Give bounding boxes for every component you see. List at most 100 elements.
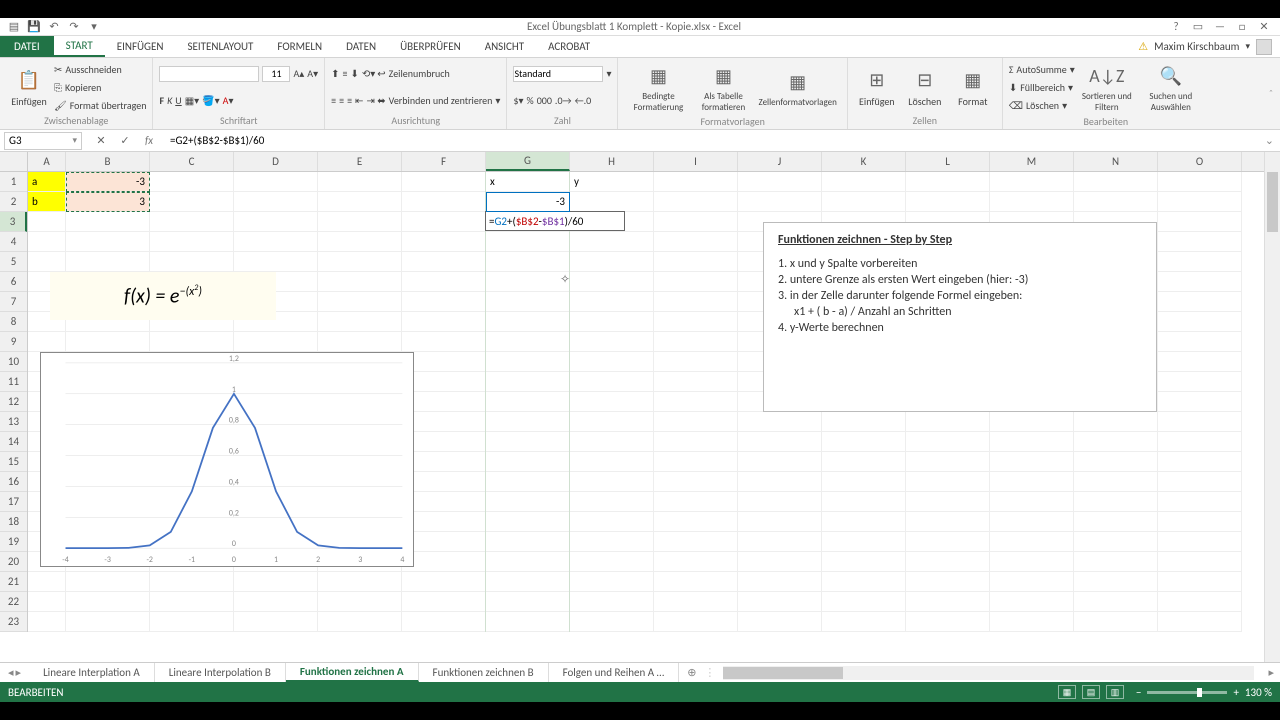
cell-K2[interactable] (822, 192, 906, 212)
row-header-7[interactable]: 7 (0, 292, 27, 312)
col-header-E[interactable]: E (318, 152, 402, 171)
cell-G18[interactable] (486, 512, 570, 532)
cell-A5[interactable] (28, 252, 66, 272)
row-header-8[interactable]: 8 (0, 312, 27, 332)
cell-D21[interactable] (234, 572, 318, 592)
cell-H18[interactable] (570, 512, 654, 532)
cell-O17[interactable] (1158, 492, 1242, 512)
col-header-O[interactable]: O (1158, 152, 1242, 171)
view-buttons[interactable]: ▦ ▤ ▥ (1058, 685, 1124, 699)
cell-H12[interactable] (570, 392, 654, 412)
cell-G6[interactable] (486, 272, 570, 292)
cell-J19[interactable] (738, 532, 822, 552)
cell-E3[interactable] (318, 212, 402, 232)
cell-J1[interactable] (738, 172, 822, 192)
cell-N20[interactable] (1074, 552, 1158, 572)
cell-L17[interactable] (906, 492, 990, 512)
font-color-button[interactable]: A▾ (223, 94, 234, 107)
cut-button[interactable]: ✂Ausschneiden (54, 60, 146, 78)
cell-I19[interactable] (654, 532, 738, 552)
horizontal-scrollbar[interactable] (723, 666, 1254, 680)
cell-F16[interactable] (402, 472, 486, 492)
increase-font-icon[interactable]: A▴ (293, 67, 304, 80)
cell-H7[interactable] (570, 292, 654, 312)
redo-icon[interactable]: ↷ (66, 19, 82, 35)
cell-B3[interactable] (66, 212, 150, 232)
row-header-14[interactable]: 14 (0, 432, 27, 452)
row-header-20[interactable]: 20 (0, 552, 27, 572)
cell-G20[interactable] (486, 552, 570, 572)
cell-I5[interactable] (654, 252, 738, 272)
cell-L14[interactable] (906, 432, 990, 452)
format-cells-button[interactable]: ▦Format (950, 60, 996, 114)
cell-N13[interactable] (1074, 412, 1158, 432)
normal-view-icon[interactable]: ▦ (1058, 685, 1076, 699)
cell-I18[interactable] (654, 512, 738, 532)
cell-H4[interactable] (570, 232, 654, 252)
cell-A21[interactable] (28, 572, 66, 592)
cell-M16[interactable] (990, 472, 1074, 492)
cell-I13[interactable] (654, 412, 738, 432)
cell-O6[interactable] (1158, 272, 1242, 292)
cell-O10[interactable] (1158, 352, 1242, 372)
ribbon-tab-acrobat[interactable]: ACROBAT (536, 36, 602, 57)
delete-cells-button[interactable]: ⊟Löschen (902, 60, 948, 114)
cell-E1[interactable] (318, 172, 402, 192)
clear-button[interactable]: ⌫Löschen▾ (1009, 97, 1075, 115)
cell-M21[interactable] (990, 572, 1074, 592)
decrease-decimal-icon[interactable]: ←.0 (575, 94, 592, 107)
sheet-tab[interactable]: Folgen und Reihen A … (549, 663, 680, 682)
wrap-text-button[interactable]: ↩Zeilenumbruch (377, 65, 500, 83)
cell-F5[interactable] (402, 252, 486, 272)
help-icon[interactable]: ? (1166, 20, 1186, 33)
cell-L21[interactable] (906, 572, 990, 592)
cell-L22[interactable] (906, 592, 990, 612)
cell-F7[interactable] (402, 292, 486, 312)
cell-I20[interactable] (654, 552, 738, 572)
underline-button[interactable]: U (175, 94, 181, 107)
col-header-B[interactable]: B (66, 152, 150, 171)
cancel-edit-icon[interactable]: ✕ (94, 134, 108, 147)
cell-K1[interactable] (822, 172, 906, 192)
cell-O5[interactable] (1158, 252, 1242, 272)
ribbon-tab-ansicht[interactable]: ANSICHT (473, 36, 536, 57)
name-box[interactable]: G3▾ (4, 132, 82, 150)
indent-decrease-icon[interactable]: ⇤ (355, 94, 363, 107)
paste-button[interactable]: 📋 Einfügen (6, 60, 52, 114)
spreadsheet-grid[interactable]: ABCDEFGHIJKLMNO 123456789101112131415161… (0, 152, 1280, 662)
cell-O7[interactable] (1158, 292, 1242, 312)
col-header-J[interactable]: J (738, 152, 822, 171)
col-header-C[interactable]: C (150, 152, 234, 171)
cell-B4[interactable] (66, 232, 150, 252)
cell-I6[interactable] (654, 272, 738, 292)
cell-D2[interactable] (234, 192, 318, 212)
cell-J13[interactable] (738, 412, 822, 432)
cell-L18[interactable] (906, 512, 990, 532)
cell-J17[interactable] (738, 492, 822, 512)
cell-M22[interactable] (990, 592, 1074, 612)
row-header-1[interactable]: 1 (0, 172, 27, 192)
cell-D23[interactable] (234, 612, 318, 632)
cell-F10[interactable] (402, 352, 486, 372)
cell-C22[interactable] (150, 592, 234, 612)
col-header-L[interactable]: L (906, 152, 990, 171)
col-header-M[interactable]: M (990, 152, 1074, 171)
cell-J18[interactable] (738, 512, 822, 532)
file-tab[interactable]: DATEI (0, 36, 54, 57)
cell-O15[interactable] (1158, 452, 1242, 472)
row-header-10[interactable]: 10 (0, 352, 27, 372)
collapse-ribbon-icon[interactable]: ˆ (1262, 58, 1280, 129)
instructions-textbox[interactable]: Funktionen zeichnen - Step by Step 1. x … (763, 222, 1157, 412)
cell-D5[interactable] (234, 252, 318, 272)
cell-I4[interactable] (654, 232, 738, 252)
cell-L16[interactable] (906, 472, 990, 492)
cell-N16[interactable] (1074, 472, 1158, 492)
find-select-button[interactable]: 🔍Suchen und Auswählen (1139, 60, 1203, 115)
cell-G16[interactable] (486, 472, 570, 492)
cell-A2[interactable]: b (28, 192, 66, 212)
cell-O13[interactable] (1158, 412, 1242, 432)
page-layout-view-icon[interactable]: ▤ (1082, 685, 1100, 699)
cell-F13[interactable] (402, 412, 486, 432)
align-top-icon[interactable]: ⬆ (331, 67, 339, 80)
cell-G14[interactable] (486, 432, 570, 452)
